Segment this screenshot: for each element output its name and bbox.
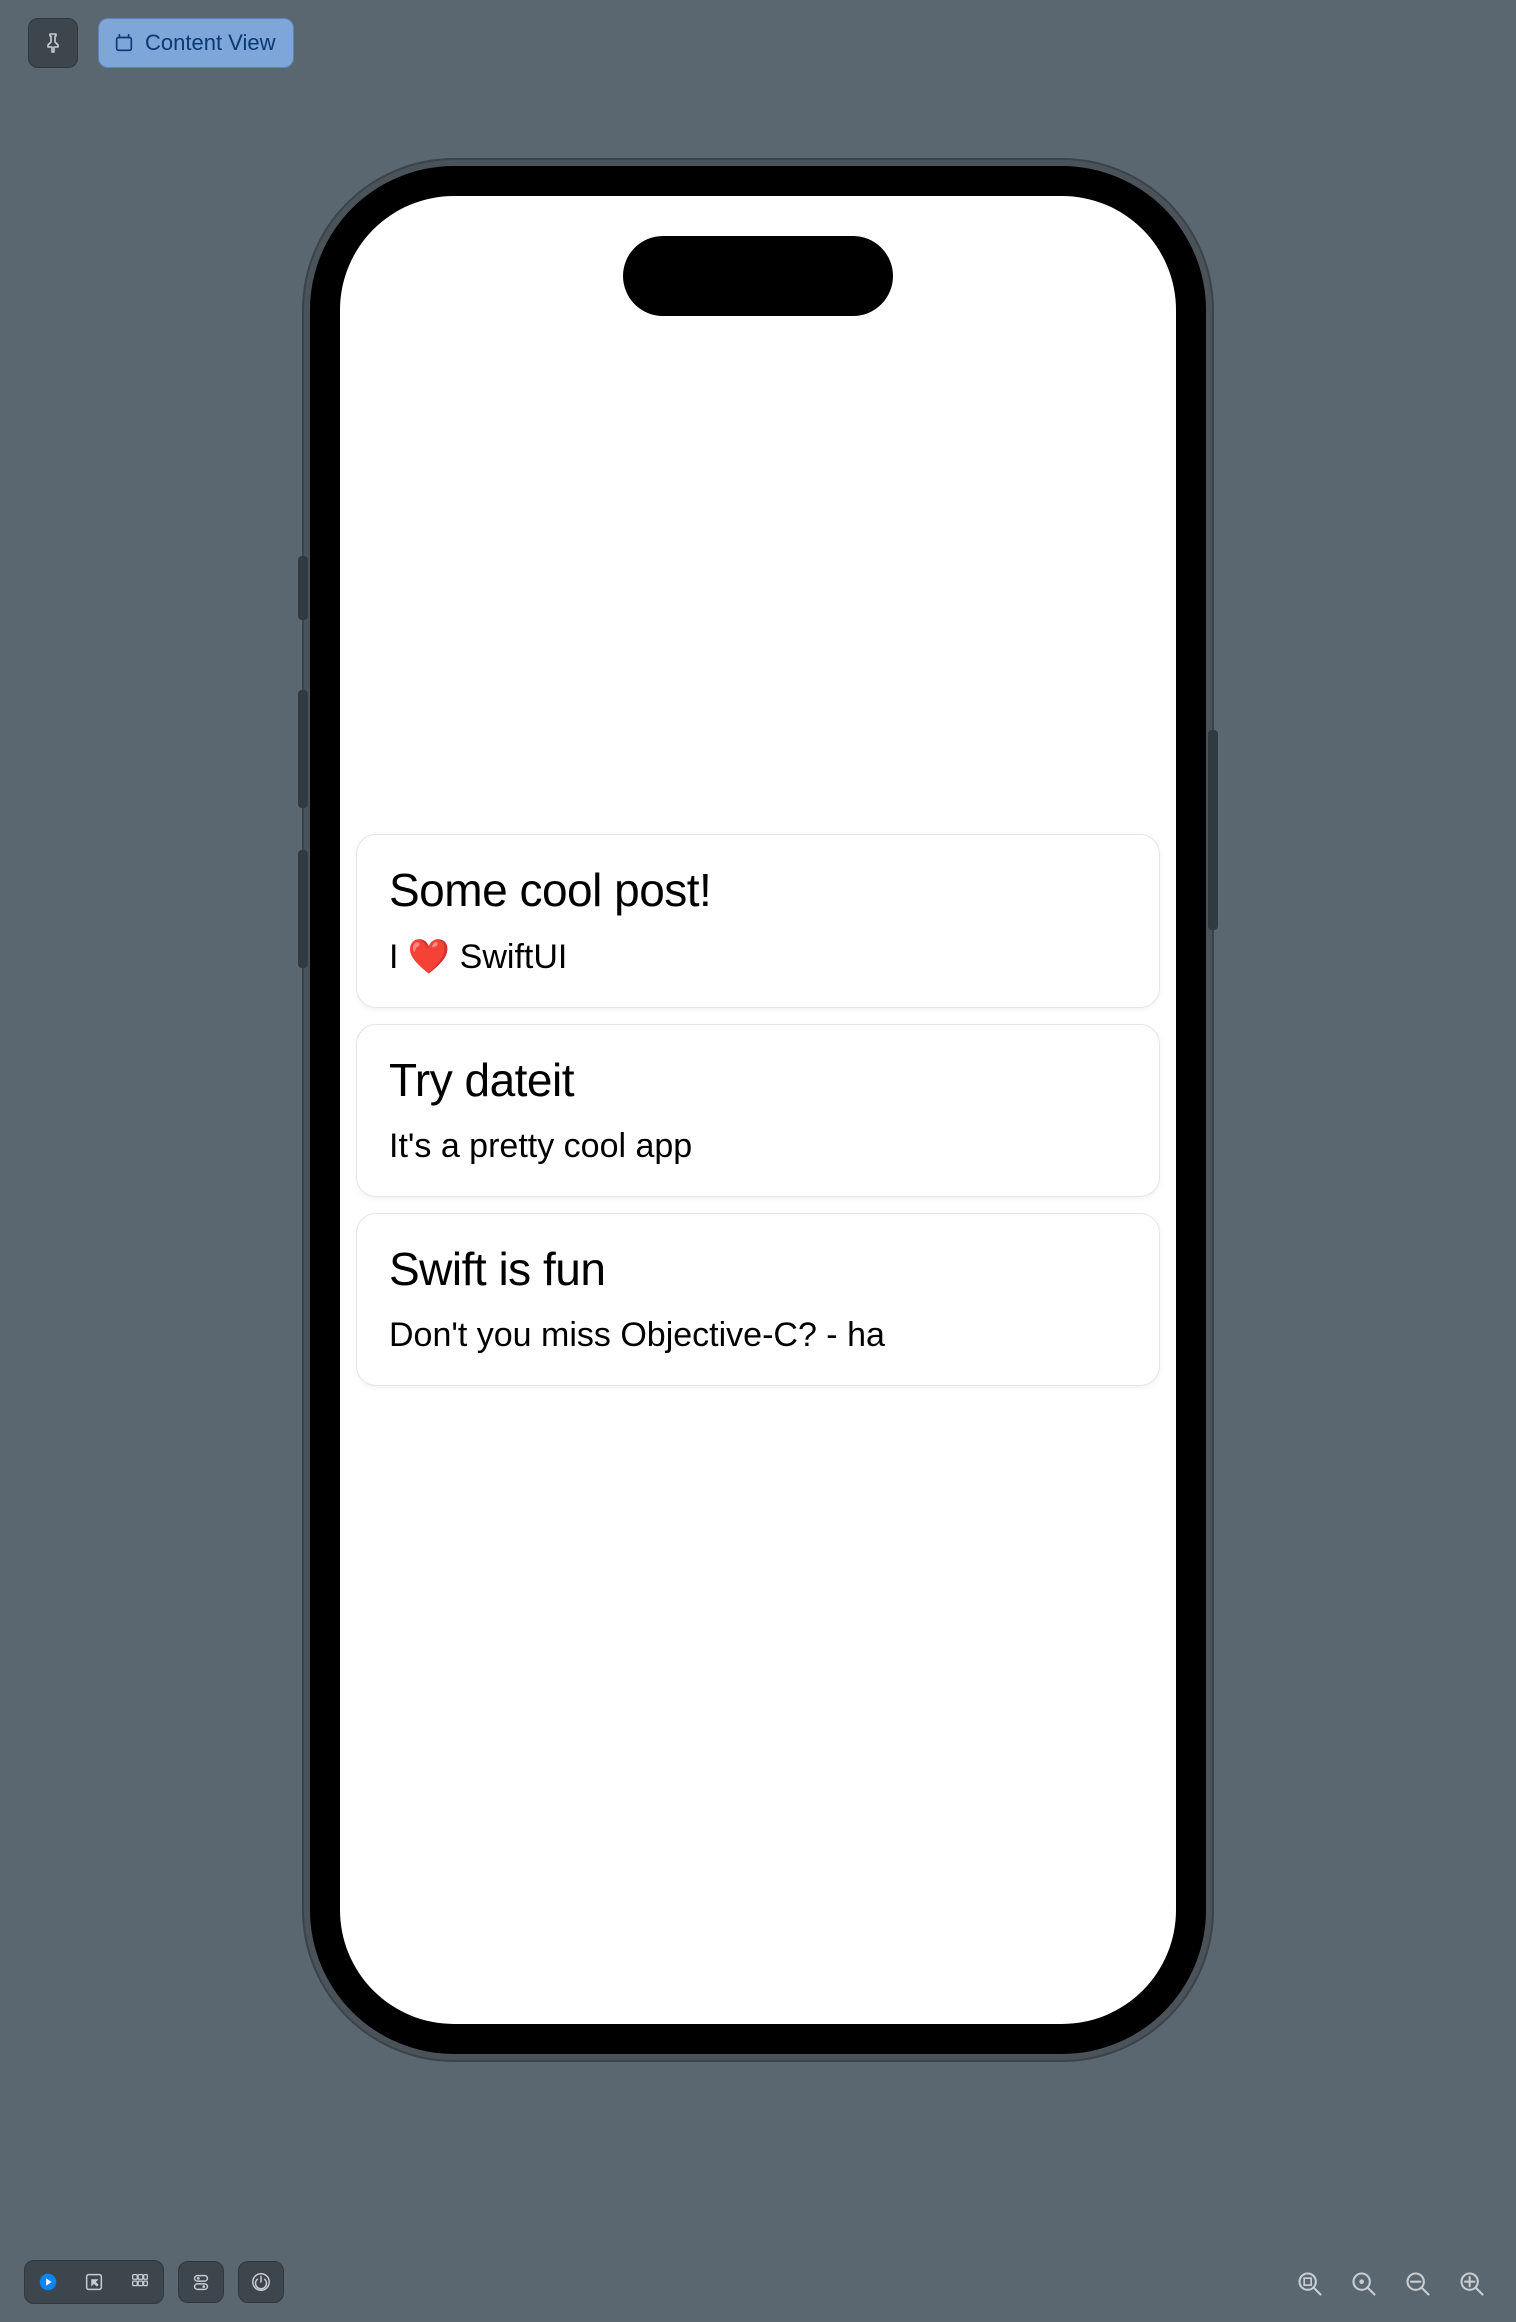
zoom-actual-icon <box>1350 2270 1378 2298</box>
zoom-in-button[interactable] <box>1452 2264 1492 2304</box>
dynamic-island <box>623 236 893 316</box>
post-body: Don't you miss Objective-C? - ha <box>389 1316 1127 1355</box>
zoom-out-fit-button[interactable] <box>1290 2264 1330 2304</box>
post-card[interactable]: Try dateit It's a pretty cool app <box>356 1024 1160 1197</box>
post-card[interactable]: Swift is fun Don't you miss Objective-C?… <box>356 1213 1160 1386</box>
zoom-out-button[interactable] <box>1398 2264 1438 2304</box>
zoom-in-icon <box>1458 2270 1486 2298</box>
device-settings-icon <box>190 2271 212 2293</box>
preview-mode-group <box>24 2260 164 2304</box>
variants-button[interactable] <box>117 2261 163 2303</box>
zoom-toolbar <box>1290 2264 1492 2304</box>
canvas-area: Some cool post! I ❤️ SwiftUI Try dateit … <box>0 0 1516 2322</box>
device-volume-up <box>298 690 308 808</box>
device-screen: Some cool post! I ❤️ SwiftUI Try dateit … <box>340 196 1176 2024</box>
device-mute-switch <box>298 556 308 620</box>
post-card[interactable]: Some cool post! I ❤️ SwiftUI <box>356 834 1160 1008</box>
post-body: It's a pretty cool app <box>389 1127 1127 1166</box>
play-circle-icon <box>37 2271 59 2293</box>
post-list: Some cool post! I ❤️ SwiftUI Try dateit … <box>356 834 1160 1386</box>
live-preview-button[interactable] <box>25 2261 71 2303</box>
zoom-out-fit-icon <box>1296 2270 1324 2298</box>
bottom-toolbar <box>24 2260 284 2304</box>
selectable-preview-button[interactable] <box>71 2261 117 2303</box>
post-title: Some cool post! <box>389 863 1127 917</box>
device-frame: Some cool post! I ❤️ SwiftUI Try dateit … <box>304 160 1212 2060</box>
cursor-rect-icon <box>83 2271 105 2293</box>
power-circle-icon <box>250 2271 272 2293</box>
device-settings-button[interactable] <box>178 2261 224 2303</box>
post-title: Try dateit <box>389 1053 1127 1107</box>
zoom-out-icon <box>1404 2270 1432 2298</box>
preview-on-device-button[interactable] <box>238 2261 284 2303</box>
zoom-actual-button[interactable] <box>1344 2264 1384 2304</box>
post-title: Swift is fun <box>389 1242 1127 1296</box>
grid-icon <box>129 2271 151 2293</box>
device-volume-down <box>298 850 308 968</box>
device-power-button <box>1208 730 1218 930</box>
post-body: I ❤️ SwiftUI <box>389 937 1127 977</box>
